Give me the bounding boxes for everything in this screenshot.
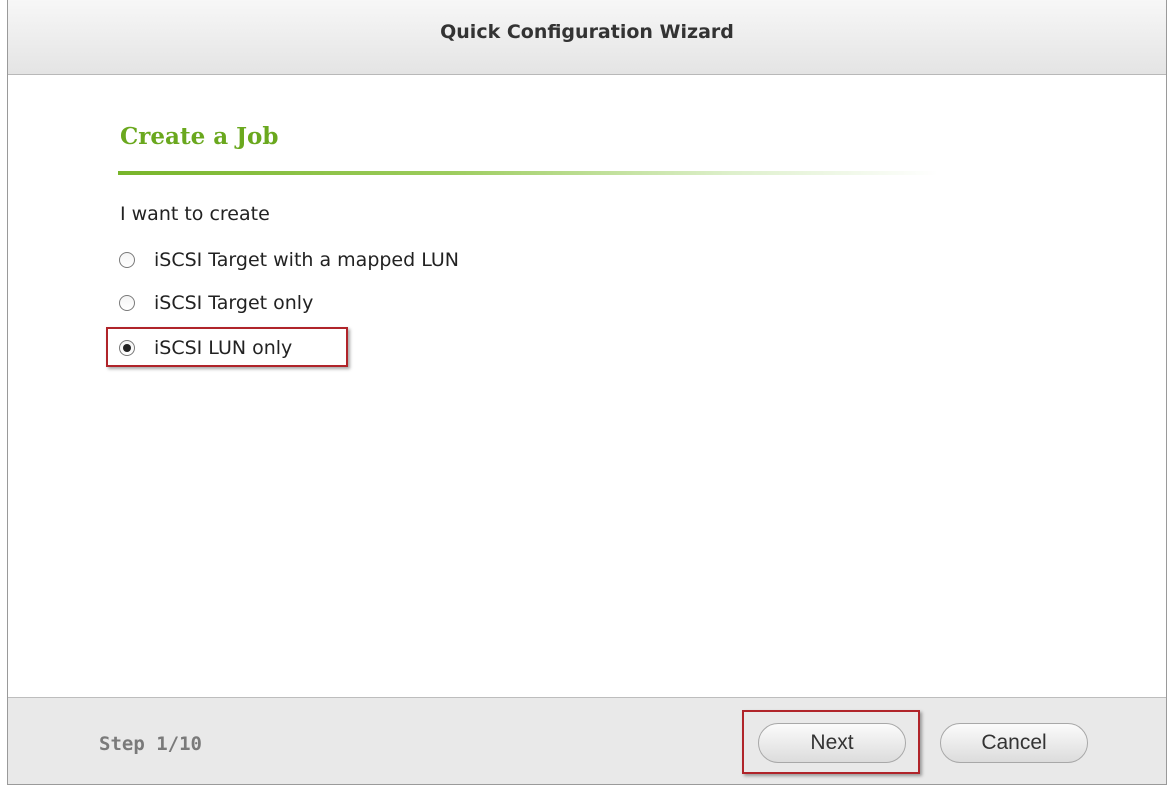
title-bar: Quick Configuration Wizard <box>8 0 1166 75</box>
wizard-dialog: Quick Configuration Wizard Create a Job … <box>7 0 1167 785</box>
dialog-title: Quick Configuration Wizard <box>440 21 734 43</box>
radio-button[interactable] <box>119 295 135 311</box>
option-target-only[interactable]: iSCSI Target only <box>119 292 313 314</box>
option-label: iSCSI Target with a mapped LUN <box>154 249 459 271</box>
next-button[interactable]: Next <box>758 723 906 763</box>
wizard-footer: Step 1/10 Next Cancel <box>8 697 1166 784</box>
cancel-button[interactable]: Cancel <box>940 723 1088 763</box>
option-lun-only[interactable]: iSCSI LUN only <box>119 337 292 359</box>
radio-button[interactable] <box>119 252 135 268</box>
step-indicator: Step 1/10 <box>99 733 202 755</box>
option-label: iSCSI LUN only <box>154 337 293 359</box>
create-prompt: I want to create <box>120 203 270 225</box>
radio-button-selected[interactable] <box>119 340 135 356</box>
section-title: Create a Job <box>120 123 279 150</box>
radio-dot <box>123 344 131 352</box>
wizard-content: Create a Job I want to create iSCSI Targ… <box>8 75 1166 698</box>
section-divider <box>118 171 938 175</box>
option-label: iSCSI Target only <box>154 292 314 314</box>
option-target-with-lun[interactable]: iSCSI Target with a mapped LUN <box>119 249 459 271</box>
